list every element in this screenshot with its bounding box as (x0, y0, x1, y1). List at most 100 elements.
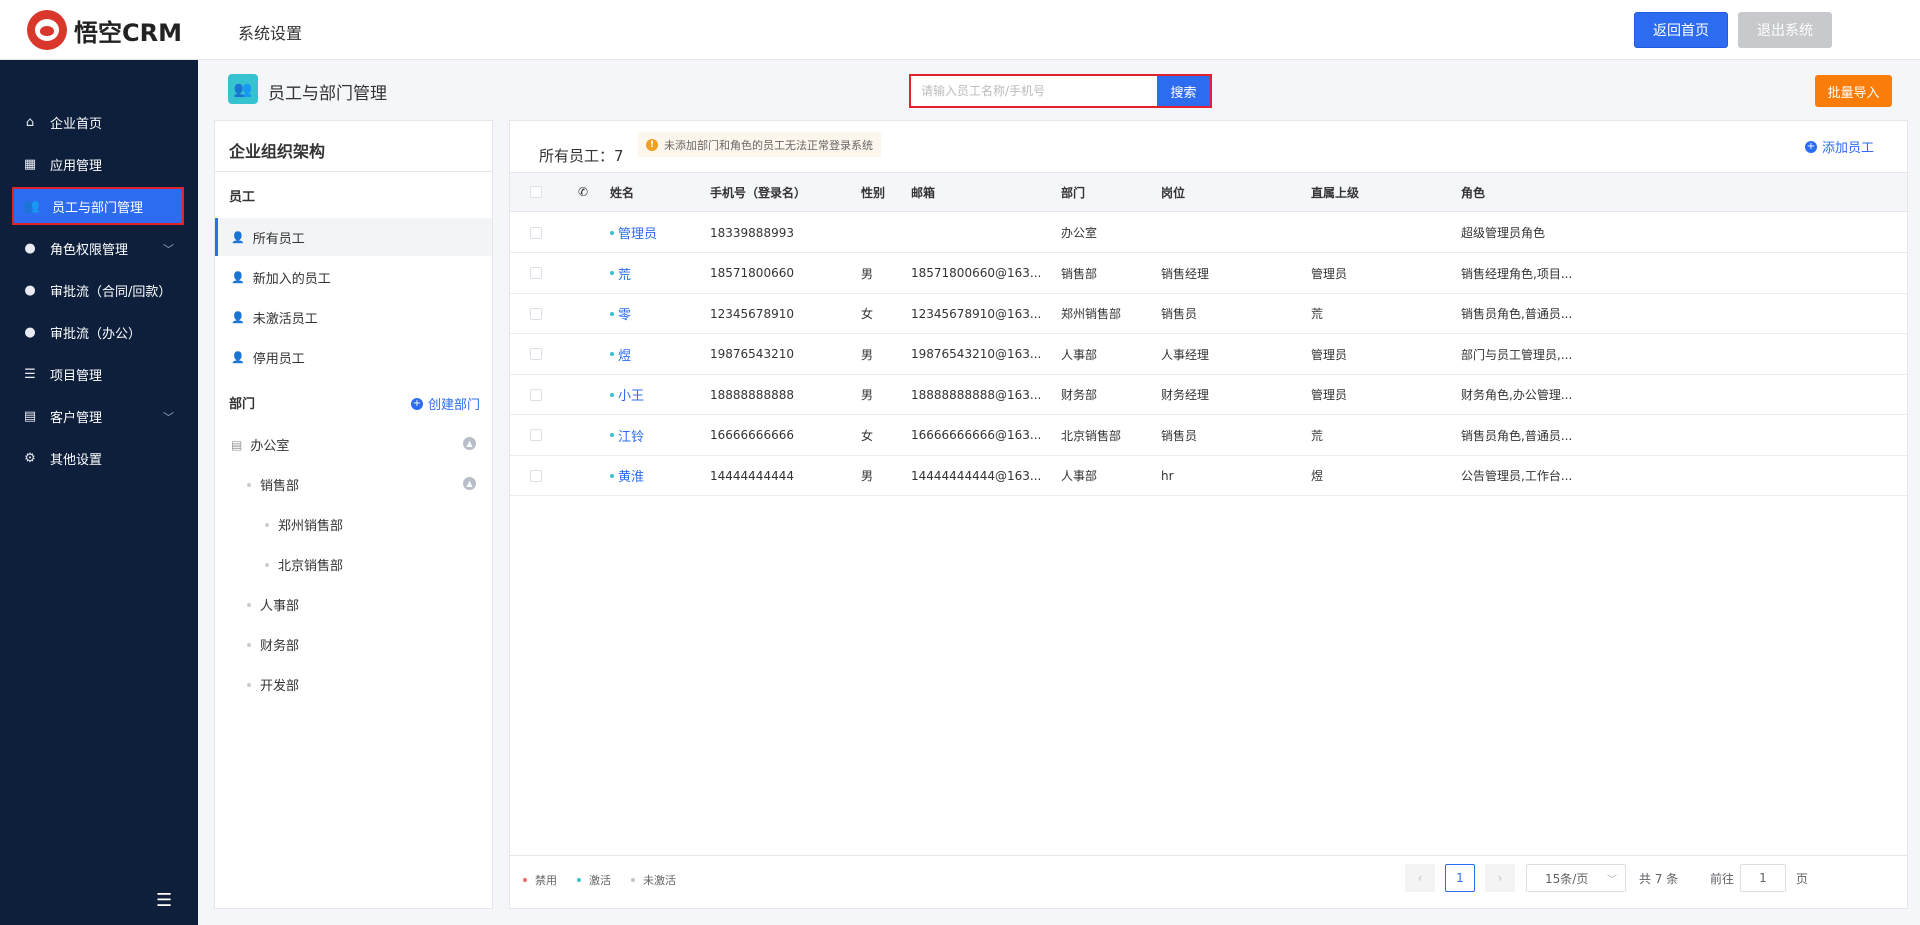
filter-inactive-employees[interactable]: 👤 未激活员工 (215, 298, 492, 336)
sidebar-item-apps[interactable]: ▦ 应用管理 (12, 145, 184, 183)
create-dept-button[interactable]: + 创建部门 (411, 394, 480, 413)
employee-name[interactable]: 江铃 (618, 426, 644, 445)
cell-email: 16666666666@163... (911, 428, 1042, 442)
logo[interactable]: 悟空CRM (27, 10, 182, 50)
cell-dept: 财务部 (1061, 388, 1098, 402)
dept-node-sales[interactable]: 销售部 (247, 475, 299, 494)
col-leader[interactable]: 直属上级 (1311, 173, 1359, 211)
employee-name[interactable]: 小王 (618, 385, 644, 404)
collapse-icon[interactable]: ▲ (463, 477, 476, 490)
cell-role: 财务角色,办公管理... (1461, 388, 1573, 402)
cell-name-link[interactable]: 小王 (610, 375, 644, 414)
sidebar-item-label: 企业首页 (50, 116, 103, 132)
legend-disabled: 禁用 (523, 872, 557, 888)
users-icon: 👥 (228, 74, 258, 104)
select-all-checkbox[interactable] (530, 173, 542, 211)
cell-name-link[interactable]: 荒 (610, 254, 631, 293)
dept-node-zhengzhou-sales[interactable]: 郑州销售部 (265, 515, 343, 534)
sidebar-item-approval-office[interactable]: ● 审批流（办公） (12, 313, 184, 351)
org-tree-panel: 企业组织架构 员工 👤 所有员工 👤 新加入的员工 👤 未激活员工 👤 停用员工… (214, 120, 493, 909)
dept-node-hr[interactable]: 人事部 (247, 595, 299, 614)
logout-button[interactable]: 退出系统 (1738, 12, 1832, 48)
employee-name[interactable]: 黄淮 (618, 466, 644, 485)
sidebar-item-projects[interactable]: ☰ 项目管理 (12, 355, 184, 393)
row-checkbox[interactable] (530, 416, 542, 455)
row-checkbox[interactable] (530, 375, 542, 414)
search-input[interactable] (911, 76, 1157, 106)
cell-dept: 人事部 (1061, 469, 1098, 483)
row-checkbox[interactable] (530, 335, 542, 374)
sidebar-item-label: 审批流（办公） (50, 326, 142, 342)
table-row[interactable]: 管理员 18339888993 办公室 超级管理员角色 (510, 213, 1907, 253)
collapse-icon[interactable]: ▲ (463, 437, 476, 450)
user-icon: 👤 (231, 350, 245, 364)
cell-dept: 销售部 (1061, 266, 1098, 281)
row-checkbox[interactable] (530, 213, 542, 252)
col-email[interactable]: 邮箱 (911, 173, 935, 211)
col-phone[interactable]: 手机号（登录名） (710, 173, 806, 211)
page-size-select[interactable]: 15条/页 ﹀ (1526, 864, 1626, 892)
filter-all-employees[interactable]: 👤 所有员工 (215, 218, 492, 256)
cell-name-link[interactable]: 江铃 (610, 416, 644, 455)
prev-page-button[interactable]: ‹ (1405, 864, 1435, 892)
cell-name-link[interactable]: 黄淮 (610, 456, 644, 495)
legend-inactive: 未激活 (631, 872, 676, 888)
sidebar-item-approval-contract[interactable]: ● 审批流（合同/回款） (12, 271, 184, 309)
filter-disabled-employees[interactable]: 👤 停用员工 (215, 338, 492, 376)
employee-name[interactable]: 荒 (618, 264, 631, 283)
page-number-button[interactable]: 1 (1445, 864, 1475, 892)
row-checkbox[interactable] (530, 294, 542, 333)
dept-node-office[interactable]: ▤ 办公室 (231, 435, 290, 455)
cell-name-link[interactable]: 零 (610, 294, 631, 333)
add-employee-button[interactable]: + 添加员工 (1805, 137, 1874, 156)
cell-name-link[interactable]: 管理员 (610, 213, 657, 252)
goto-page-input[interactable]: 1 (1740, 864, 1786, 892)
gear-icon: ⚙ (24, 450, 36, 466)
employee-name[interactable]: 零 (618, 304, 631, 323)
col-name[interactable]: 姓名 (610, 173, 634, 211)
table-row[interactable]: 黄淮 14444444444 男 14444444444@163... 人事部 hr 煜 公告… (510, 456, 1907, 496)
dept-node-beijing-sales[interactable]: 北京销售部 (265, 555, 343, 574)
sidebar-item-staff-dept[interactable]: 👥 员工与部门管理 (12, 187, 184, 225)
sidebar-item-other-settings[interactable]: ⚙ 其他设置 (12, 439, 184, 477)
row-checkbox[interactable] (530, 254, 542, 293)
collapse-sidebar-icon[interactable]: ☰ (156, 890, 172, 911)
table-row[interactable]: 小王 18888888888 男 18888888888@163... 财务部 财务经理 管… (510, 375, 1907, 415)
user-icon: 👤 (231, 310, 245, 324)
cell-gender: 男 (861, 469, 874, 483)
col-gender[interactable]: 性别 (861, 173, 885, 211)
row-checkbox[interactable] (530, 456, 542, 495)
table-row[interactable]: 荒 18571800660 男 18571800660@163... 销售部 销售经理 管理… (510, 254, 1907, 294)
col-dept[interactable]: 部门 (1061, 173, 1085, 211)
logo-text: 悟空CRM (74, 18, 182, 47)
home-button[interactable]: 返回首页 (1634, 12, 1728, 48)
employee-name[interactable]: 煜 (618, 345, 631, 364)
dept-node-finance[interactable]: 财务部 (247, 635, 299, 654)
employee-name[interactable]: 管理员 (618, 223, 657, 242)
bulk-import-button[interactable]: 批量导入 (1815, 75, 1892, 107)
col-post[interactable]: 岗位 (1161, 173, 1185, 211)
phone-icon: ✆ (578, 185, 589, 199)
table-row[interactable]: 江铃 16666666666 女 16666666666@163... 北京销售部 销售员… (510, 416, 1907, 456)
cell-phone: 16666666666 (710, 428, 794, 442)
table-row[interactable]: 煜 19876543210 男 19876543210@163... 人事部 人事经理 管理… (510, 335, 1907, 375)
sidebar-item-label: 角色权限管理 (50, 242, 129, 258)
sidebar-item-home[interactable]: ⌂ 企业首页 (12, 103, 184, 141)
next-page-button[interactable]: › (1485, 864, 1515, 892)
sidebar-item-customers[interactable]: ▤ 客户管理 ﹀ (12, 397, 184, 435)
filter-new-employees[interactable]: 👤 新加入的员工 (215, 258, 492, 296)
table-row[interactable]: 零 12345678910 女 12345678910@163... 郑州销售部 销售员 荒… (510, 294, 1907, 334)
cell-dept: 办公室 (1061, 226, 1098, 240)
dept-node-dev[interactable]: 开发部 (247, 675, 299, 694)
cell-name-link[interactable]: 煜 (610, 335, 631, 374)
employee-table-panel: 所有员工：7 ! 未添加部门和角色的员工无法正常登录系统 + 添加员工 ✆ 姓名… (509, 120, 1908, 909)
sidebar-item-roles[interactable]: ● 角色权限管理 ﹀ (12, 229, 184, 267)
dept-label: 办公室 (250, 439, 290, 454)
folder-icon: ▤ (231, 437, 243, 452)
status-dot (610, 352, 614, 356)
cell-dept: 北京销售部 (1061, 428, 1122, 443)
user-icon: ● (24, 240, 36, 256)
search-button[interactable]: 搜索 (1157, 76, 1210, 106)
col-role[interactable]: 角色 (1461, 173, 1485, 211)
cell-leader: 管理员 (1311, 388, 1348, 402)
